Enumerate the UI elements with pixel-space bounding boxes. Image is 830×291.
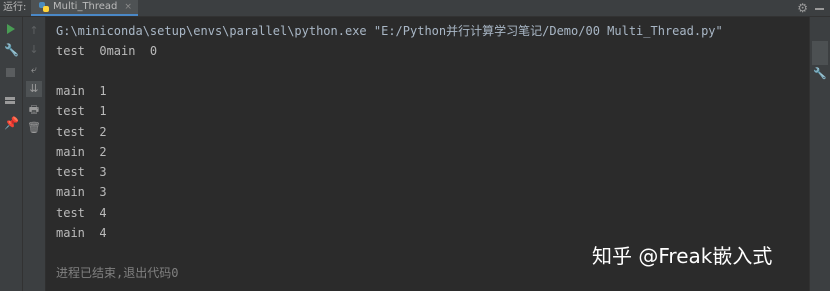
run-tool-window-header: 运行: Multi_Thread × ⚙ [0,0,830,17]
output-line: test 0main 0 [56,44,158,58]
right-tool-strip: 🔧 [809,17,830,291]
output-line: main 3 [56,185,107,199]
output-line: main 1 [56,84,107,98]
run-toolbar-primary: 🔧 📌 [0,17,23,291]
close-icon[interactable]: × [124,0,132,15]
soft-wrap-icon[interactable]: ⤶ [27,63,41,77]
trash-icon[interactable]: 🗑 [27,121,41,135]
scroll-to-end-icon[interactable]: ⇊ [26,81,42,97]
watermark: 知乎 @Freak嵌入式 [592,244,773,268]
exit-message: 进程已结束,退出代码0 [56,266,179,280]
output-line: test 1 [56,104,107,118]
print-icon[interactable]: 🖶 [27,103,41,117]
wrench-icon[interactable]: 🔧 [813,67,827,81]
output-line: main 2 [56,145,107,159]
pin-icon[interactable]: 📌 [4,116,19,130]
command-line: G:\miniconda\setup\envs\parallel\python.… [56,24,723,38]
stop-icon[interactable] [6,68,20,82]
run-toolbar-secondary: ↑ ↓ ⤶ ⇊ 🖶 🗑 [23,17,46,291]
minimize-icon[interactable] [815,0,824,16]
run-label: 运行: [3,2,27,13]
python-file-icon [39,2,49,12]
output-line: test 2 [56,125,107,139]
arrow-up-icon[interactable]: ↑ [27,24,41,38]
run-icon[interactable] [7,24,21,38]
scroll-marker [812,41,828,65]
arrow-down-icon[interactable]: ↓ [27,43,41,57]
gear-icon[interactable]: ⚙ [797,0,808,16]
output-line: test 3 [56,165,107,179]
output-line: main 4 [56,226,107,240]
wrench-icon[interactable]: 🔧 [4,43,19,57]
layout-icon[interactable] [5,94,19,108]
output-line: test 4 [56,206,107,220]
tab-multi-thread[interactable]: Multi_Thread × [31,0,138,16]
tab-title: Multi_Thread [53,1,118,12]
